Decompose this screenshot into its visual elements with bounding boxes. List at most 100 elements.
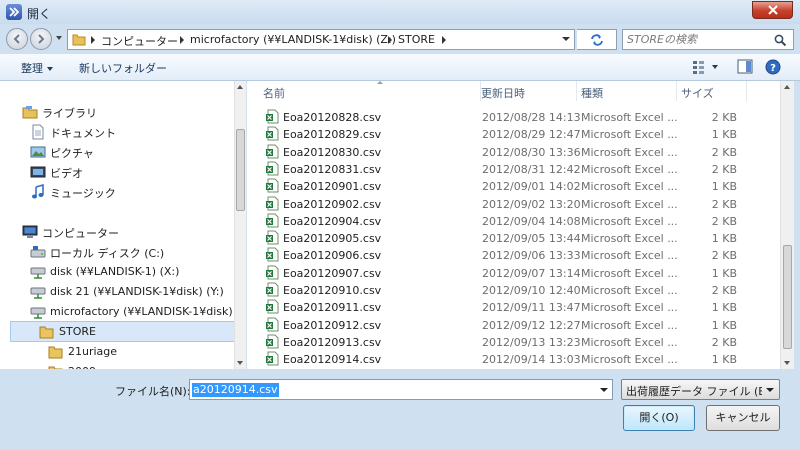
history-dropdown-icon[interactable] (55, 34, 63, 42)
file-date: 2012/09/07 13:14 (482, 266, 581, 280)
file-row[interactable]: Eoa20120829.csv 2012/08/29 12:47 Microsoft… (247, 125, 780, 143)
chevron-down-icon[interactable] (600, 388, 608, 392)
file-size: 1 KB (711, 301, 737, 315)
file-row[interactable]: Eoa20120905.csv 2012/09/05 13:44 Microsoft… (247, 229, 780, 247)
breadcrumb-separator[interactable] (180, 36, 184, 44)
nav-label: ビデオ (50, 167, 83, 180)
file-name: Eoa20120905.csv (283, 232, 382, 246)
file-type: Microsoft Excel ... (581, 162, 678, 176)
nav-item-store[interactable]: STORE (10, 321, 242, 342)
nav-item-libraries[interactable]: ライブラリ (22, 102, 222, 122)
search-input[interactable] (627, 32, 767, 47)
file-row[interactable]: Eoa20120828.csv 2012/08/28 14:13 Microsoft… (247, 108, 780, 126)
breadcrumb-separator[interactable] (388, 36, 392, 44)
file-date: 2012/09/02 13:20 (482, 197, 581, 211)
breadcrumb-separator[interactable] (91, 36, 95, 44)
file-row[interactable]: Eoa20120904.csv 2012/09/04 14:08 Microsoft… (247, 212, 780, 230)
file-size: 2 KB (711, 335, 737, 349)
breadcrumb-separator[interactable] (442, 36, 446, 44)
search-icon[interactable] (774, 34, 787, 47)
file-row[interactable]: Eoa20120831.csv 2012/08/31 12:42 Microsoft… (247, 160, 780, 178)
file-name: Eoa20120913.csv (283, 335, 382, 349)
back-button[interactable] (6, 28, 28, 50)
nav-item-videos[interactable]: ビデオ (30, 162, 230, 182)
file-name: Eoa20120830.csv (283, 145, 382, 159)
new-folder-button[interactable]: 新しいフォルダー (79, 60, 167, 76)
file-row[interactable]: Eoa20120901.csv 2012/09/01 14:02 Microsoft… (247, 177, 780, 195)
filename-input[interactable]: a20120914.csv (189, 379, 613, 400)
file-type: Microsoft Excel ... (581, 214, 678, 228)
file-size: 1 KB (711, 318, 737, 332)
breadcrumb-computer[interactable]: コンピューター (101, 33, 178, 49)
nav-item-drive-y[interactable]: disk 21 (¥¥LANDISK-1¥disk) (Y:) (30, 282, 242, 302)
file-date: 2012/08/28 14:13 (482, 111, 581, 124)
file-name: Eoa20120829.csv (283, 128, 382, 142)
scroll-down-icon[interactable] (237, 361, 243, 365)
column-header-name[interactable]: 名前 (259, 81, 481, 101)
filetype-value: 出荷履歴データ ファイル (Eoa (626, 385, 762, 398)
organize-button[interactable]: 整理 (21, 60, 53, 76)
file-row[interactable]: Eoa20120902.csv 2012/09/02 13:20 Microsoft… (247, 195, 780, 213)
file-row[interactable]: Eoa20120913.csv 2012/09/13 13:23 Microsoft… (247, 333, 780, 351)
preview-pane-icon[interactable] (737, 59, 753, 74)
address-dropdown-icon[interactable] (562, 37, 570, 41)
file-list-scrollbar[interactable] (780, 81, 794, 369)
nav-label: ピクチャ (50, 147, 94, 160)
file-row[interactable]: Eoa20120907.csv 2012/09/07 13:14 Microsoft… (247, 264, 780, 282)
nav-item-music[interactable]: ミュージック (30, 182, 230, 202)
scroll-thumb[interactable] (783, 245, 792, 349)
nav-label: disk 21 (¥¥LANDISK-1¥disk) (Y:) (50, 285, 224, 298)
filename-value: a20120914.csv (192, 383, 279, 397)
file-date: 2012/09/06 13:33 (482, 249, 581, 263)
breadcrumb-store[interactable]: STORE (398, 33, 435, 46)
file-row[interactable]: Eoa20120830.csv 2012/08/30 13:36 Microsoft… (247, 143, 780, 161)
excel-file-icon (266, 196, 279, 210)
view-options-icon[interactable] (692, 59, 720, 75)
nav-item-subfolder[interactable]: 2009 (48, 362, 228, 369)
nav-item-drive-z[interactable]: microfactory (¥¥LANDISK-1¥disk) (Z:) (30, 302, 242, 322)
scroll-up-icon[interactable] (237, 85, 243, 89)
scroll-up-icon[interactable] (784, 85, 790, 89)
column-header-size[interactable]: サイズ (677, 81, 747, 101)
file-row[interactable]: Eoa20120906.csv 2012/09/06 13:33 Microsoft… (247, 246, 780, 264)
nav-item-subfolder[interactable]: 21uriage (48, 342, 228, 362)
scroll-thumb[interactable] (236, 129, 245, 211)
file-row[interactable]: Eoa20120910.csv 2012/09/10 12:40 Microsoft… (247, 281, 780, 299)
file-row[interactable]: Eoa20120912.csv 2012/09/12 12:27 Microsoft… (247, 316, 780, 334)
file-row[interactable]: Eoa20120914.csv 2012/09/14 13:03 Microsoft… (247, 350, 780, 368)
address-bar[interactable]: コンピューター microfactory (¥¥LANDISK-1¥disk) … (67, 29, 575, 50)
file-name: Eoa20120902.csv (283, 197, 382, 211)
help-icon[interactable]: ? (765, 59, 781, 75)
folder-open-icon (39, 326, 54, 339)
file-row[interactable]: Eoa20120911.csv 2012/09/11 13:47 Microsoft… (247, 298, 780, 316)
forward-button[interactable] (30, 28, 52, 50)
close-button[interactable] (752, 1, 793, 19)
file-type: Microsoft Excel ... (581, 284, 678, 297)
excel-file-icon (266, 282, 279, 297)
file-date: 2012/09/13 13:23 (482, 335, 581, 349)
file-date: 2012/09/12 12:27 (482, 318, 581, 332)
scroll-down-icon[interactable] (784, 361, 790, 365)
file-type: Microsoft Excel ... (581, 335, 678, 349)
file-list: 名前 更新日時 種類 サイズ Eoa20120828.csv 2012/08/28… (247, 81, 780, 369)
search-box[interactable] (622, 29, 794, 50)
cancel-button[interactable]: キャンセル (706, 405, 780, 431)
filetype-select[interactable]: 出荷履歴データ ファイル (Eoa (621, 379, 780, 400)
file-size: 2 KB (711, 249, 737, 263)
refresh-button[interactable] (577, 29, 617, 50)
open-button[interactable]: 開く(O) (623, 405, 695, 431)
nav-label: ライブラリ (42, 107, 97, 120)
nav-item-drive-x[interactable]: disk (¥¥LANDISK-1) (X:) (30, 262, 240, 282)
nav-item-drive-c[interactable]: ローカル ディスク (C:) (30, 242, 240, 262)
nav-item-documents[interactable]: ドキュメント (30, 122, 230, 142)
excel-file-icon (266, 126, 279, 141)
nav-item-computer[interactable]: コンピューター (22, 222, 222, 242)
file-name: Eoa20120907.csv (283, 266, 382, 280)
nav-pane-scrollbar[interactable] (234, 81, 246, 369)
breadcrumb-drive[interactable]: microfactory (¥¥LANDISK-1¥disk) (Z:) (190, 33, 396, 46)
column-header-date[interactable]: 更新日時 (477, 81, 577, 101)
file-date: 2012/09/11 13:47 (482, 301, 581, 315)
nav-item-pictures[interactable]: ピクチャ (30, 142, 230, 162)
column-header-type[interactable]: 種類 (577, 81, 677, 101)
excel-file-icon (266, 299, 279, 314)
